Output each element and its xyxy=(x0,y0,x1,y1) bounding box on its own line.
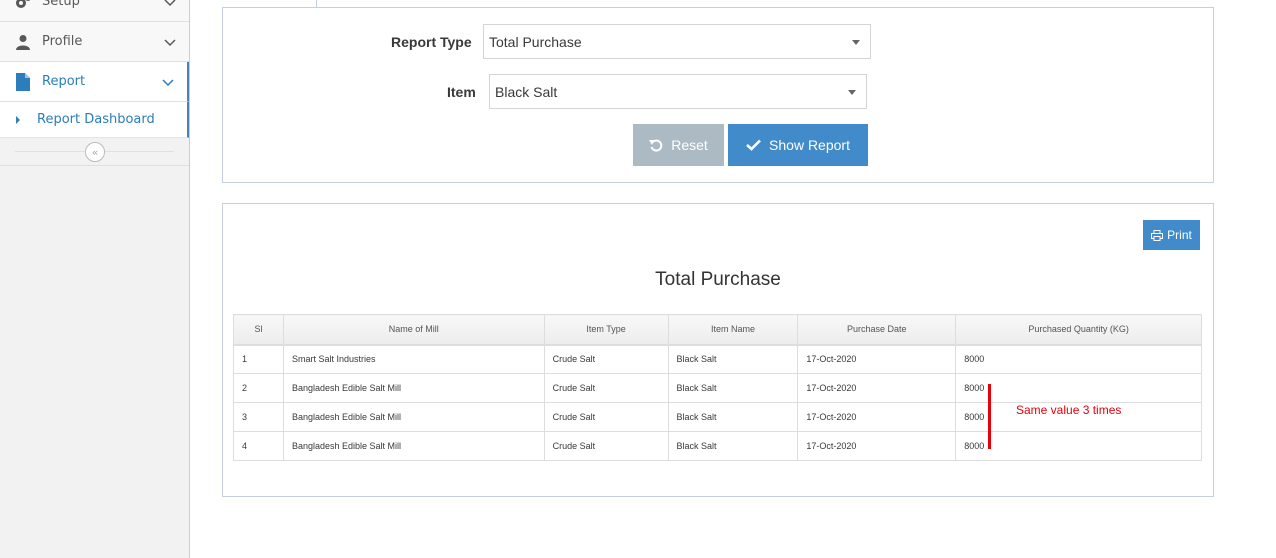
cell-item-name: Black Salt xyxy=(667,373,799,403)
report-filter-panel: Report Type Total Purchase Item Black Sa… xyxy=(222,7,1214,183)
table-header-row: Sl Name of Mill Item Type Item Name Purc… xyxy=(233,314,1202,346)
caret-right-icon xyxy=(16,115,20,124)
cell-sl: 2 xyxy=(233,373,284,403)
sidebar-item-setup[interactable]: Setup xyxy=(0,0,189,22)
double-angle-left-icon: « xyxy=(91,145,99,159)
chevron-down-icon xyxy=(161,75,175,89)
cell-item-type: Crude Salt xyxy=(543,402,669,432)
report-panel: Print Total Purchase Sl Name of Mill Ite… xyxy=(222,203,1214,497)
column-header-sl: Sl xyxy=(233,314,284,346)
cell-item-type: Crude Salt xyxy=(543,344,669,374)
reset-button[interactable]: Reset xyxy=(633,124,724,166)
item-select[interactable]: Black Salt xyxy=(489,74,867,109)
cell-purchased-quantity: 8000 xyxy=(955,431,1202,461)
column-header-item-name: Item Name xyxy=(667,314,799,346)
cell-name-of-mill: Smart Salt Industries xyxy=(282,344,545,374)
report-title: Total Purchase xyxy=(655,269,781,290)
sidebar-item-label: Profile xyxy=(42,34,83,49)
cell-item-name: Black Salt xyxy=(667,431,799,461)
cell-sl: 4 xyxy=(233,431,284,461)
cell-purchase-date: 17-Oct-2020 xyxy=(797,344,957,374)
cell-item-name: Black Salt xyxy=(667,344,799,374)
file-icon xyxy=(14,72,32,91)
cell-sl: 1 xyxy=(233,344,284,374)
print-label: Print xyxy=(1167,228,1192,242)
reset-label: Reset xyxy=(671,137,708,153)
column-header-item-type: Item Type xyxy=(543,314,669,346)
print-icon xyxy=(1151,229,1164,241)
print-button[interactable]: Print xyxy=(1143,220,1200,250)
table-row: 2 Bangladesh Edible Salt Mill Crude Salt… xyxy=(233,373,1202,403)
cell-name-of-mill: Bangladesh Edible Salt Mill xyxy=(282,373,545,403)
cell-purchase-date: 17-Oct-2020 xyxy=(797,431,957,461)
table-row: 1 Smart Salt Industries Crude Salt Black… xyxy=(233,344,1202,374)
sidebar-item-report[interactable]: Report xyxy=(0,62,189,102)
report-type-label: Report Type xyxy=(391,34,472,50)
sidebar-subitem-label: Report Dashboard xyxy=(37,112,155,127)
item-label: Item xyxy=(447,84,476,100)
cell-purchase-date: 17-Oct-2020 xyxy=(797,373,957,403)
sidebar-item-profile[interactable]: Profile xyxy=(0,22,189,62)
report-type-select[interactable]: Total Purchase xyxy=(483,24,871,59)
item-value: Black Salt xyxy=(495,83,558,100)
annotation-marker-line xyxy=(988,384,991,449)
collapse-sidebar-button[interactable]: « xyxy=(85,142,105,162)
sidebar: Setup Profile Report Report Dashboard « xyxy=(0,0,190,558)
cell-purchased-quantity: 8000 xyxy=(955,344,1202,374)
column-header-purchase-date: Purchase Date xyxy=(797,314,957,346)
undo-icon xyxy=(649,138,663,152)
cell-purchase-date: 17-Oct-2020 xyxy=(797,402,957,432)
gears-icon xyxy=(14,0,32,11)
cell-name-of-mill: Bangladesh Edible Salt Mill xyxy=(282,431,545,461)
sidebar-item-label: Setup xyxy=(42,0,80,9)
cell-purchased-quantity: 8000 xyxy=(955,373,1202,403)
dropdown-arrow-icon xyxy=(848,90,856,95)
cell-name-of-mill: Bangladesh Edible Salt Mill xyxy=(282,402,545,432)
dropdown-arrow-icon xyxy=(852,40,860,45)
check-icon xyxy=(746,139,761,151)
cell-item-name: Black Salt xyxy=(667,402,799,432)
cell-item-type: Crude Salt xyxy=(543,431,669,461)
sidebar-collapse-row: « xyxy=(0,138,189,166)
table-row: 4 Bangladesh Edible Salt Mill Crude Salt… xyxy=(233,431,1202,461)
annotation-text: Same value 3 times xyxy=(1016,403,1122,417)
report-table: Sl Name of Mill Item Type Item Name Purc… xyxy=(233,314,1202,461)
chevron-down-icon xyxy=(163,35,177,49)
show-report-button[interactable]: Show Report xyxy=(728,124,868,166)
column-header-name-of-mill: Name of Mill xyxy=(282,314,545,346)
chevron-down-icon xyxy=(163,0,177,9)
cell-sl: 3 xyxy=(233,402,284,432)
sidebar-item-label: Report xyxy=(42,74,86,89)
sidebar-subitem-report-dashboard[interactable]: Report Dashboard xyxy=(0,102,189,138)
cell-item-type: Crude Salt xyxy=(543,373,669,403)
user-icon xyxy=(14,33,32,51)
column-header-purchased-quantity: Purchased Quantity (KG) xyxy=(955,314,1202,346)
report-type-value: Total Purchase xyxy=(489,33,582,50)
show-report-label: Show Report xyxy=(769,137,850,153)
